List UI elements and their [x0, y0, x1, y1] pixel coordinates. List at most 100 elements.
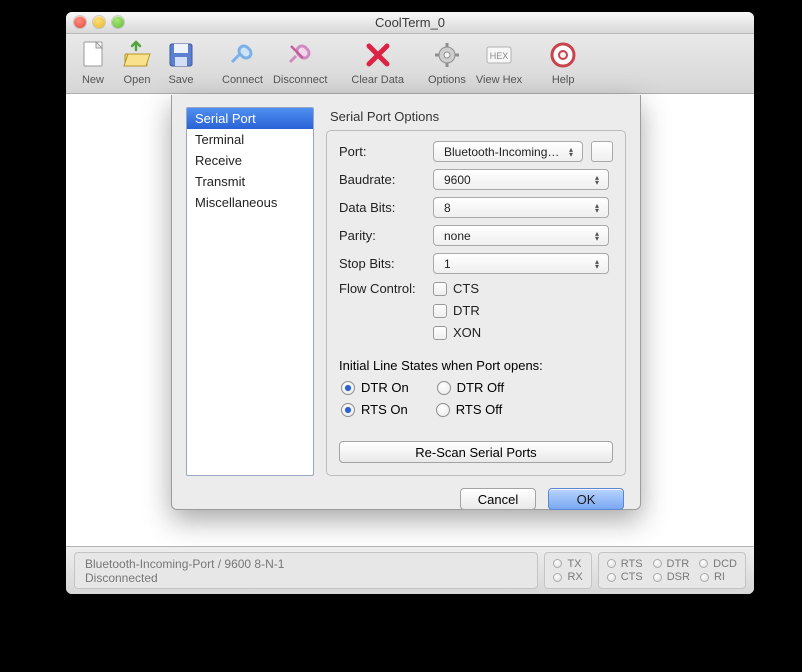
status-info: Bluetooth-Incoming-Port / 9600 8-N-1 Dis… [74, 552, 538, 589]
help-icon [546, 38, 580, 72]
led-icon [700, 573, 709, 582]
traffic-lights [74, 16, 124, 28]
checkbox-icon [433, 282, 447, 296]
port-value: Bluetooth-Incoming… [444, 145, 559, 159]
dtr-checkbox[interactable]: DTR [433, 303, 481, 318]
open-button[interactable]: Open [116, 38, 158, 86]
txrx-leds: TX RX [544, 552, 591, 589]
save-button[interactable]: Save [160, 38, 202, 86]
checkbox-icon [433, 304, 447, 318]
cancel-button[interactable]: Cancel [460, 488, 536, 510]
open-icon [120, 38, 154, 72]
zoom-icon[interactable] [112, 16, 124, 28]
baud-value: 9600 [444, 173, 471, 187]
port-info-button[interactable] [591, 141, 613, 162]
status-bar: Bluetooth-Incoming-Port / 9600 8-N-1 Dis… [66, 546, 754, 594]
chevron-updown-icon: ▴▾ [590, 259, 604, 269]
category-item-transmit[interactable]: Transmit [187, 171, 313, 192]
radio-icon [437, 381, 451, 395]
databits-select[interactable]: 8 ▴▾ [433, 197, 609, 218]
new-button[interactable]: New [72, 38, 114, 86]
dialog-actions: Cancel OK [186, 488, 626, 510]
toolbar: New Open Save Connect Disconnect [66, 34, 754, 94]
app-window: CoolTerm_0 New Open Save Connect [66, 12, 754, 594]
flow-label: Flow Control: [339, 281, 425, 296]
window-title: CoolTerm_0 [66, 15, 754, 30]
parity-select[interactable]: none ▴▾ [433, 225, 609, 246]
stopbits-select[interactable]: 1 ▴▾ [433, 253, 609, 274]
dtr-led: DTR [653, 558, 690, 570]
chevron-updown-icon: ▴▾ [590, 231, 604, 241]
stopbits-value: 1 [444, 257, 451, 271]
toolbar-label: New [82, 74, 104, 86]
toolbar-label: Help [552, 74, 575, 86]
hex-icon: HEX [482, 38, 516, 72]
initial-states-label: Initial Line States when Port opens: [339, 358, 613, 373]
help-button[interactable]: Help [542, 38, 584, 86]
options-button[interactable]: Options [424, 38, 470, 86]
disconnect-button[interactable]: Disconnect [269, 38, 331, 86]
minimize-icon[interactable] [93, 16, 105, 28]
toolbar-label: Save [168, 74, 193, 86]
options-dialog: Serial Port Terminal Receive Transmit Mi… [171, 95, 641, 510]
tx-led: TX [553, 558, 582, 570]
baud-label: Baudrate: [339, 172, 425, 187]
radio-icon [341, 403, 355, 417]
document-icon [76, 38, 110, 72]
rts-on-radio[interactable]: RTS On [341, 402, 408, 417]
rescan-button[interactable]: Re-Scan Serial Ports [339, 441, 613, 463]
led-icon [553, 559, 562, 568]
category-item-misc[interactable]: Miscellaneous [187, 192, 313, 213]
disconnect-icon [283, 38, 317, 72]
signal-leds: RTS DTR DCD CTS DSR RI [598, 552, 746, 589]
port-select[interactable]: Bluetooth-Incoming… ▴▾ [433, 141, 583, 162]
toolbar-label: Clear Data [351, 74, 404, 86]
status-state: Disconnected [85, 571, 527, 585]
serial-port-group: Port: Bluetooth-Incoming… ▴▾ Baudrate: 9… [326, 130, 626, 476]
radio-icon [341, 381, 355, 395]
databits-label: Data Bits: [339, 200, 425, 215]
options-panel: Serial Port Options Port: Bluetooth-Inco… [326, 107, 626, 476]
cts-led: CTS [607, 571, 643, 583]
category-item-receive[interactable]: Receive [187, 150, 313, 171]
checkbox-icon [433, 326, 447, 340]
category-list[interactable]: Serial Port Terminal Receive Transmit Mi… [186, 107, 314, 476]
group-title: Serial Port Options [330, 109, 626, 124]
led-icon [653, 573, 662, 582]
view-hex-button[interactable]: HEX View Hex [472, 38, 526, 86]
status-connection: Bluetooth-Incoming-Port / 9600 8-N-1 [85, 557, 527, 571]
chevron-updown-icon: ▴▾ [590, 203, 604, 213]
clear-icon [361, 38, 395, 72]
led-icon [699, 559, 708, 568]
radio-icon [436, 403, 450, 417]
chevron-updown-icon: ▴▾ [590, 175, 604, 185]
databits-value: 8 [444, 201, 451, 215]
dtr-off-radio[interactable]: DTR Off [437, 380, 504, 395]
gear-icon [430, 38, 464, 72]
stopbits-label: Stop Bits: [339, 256, 425, 271]
chevron-updown-icon: ▴▾ [564, 147, 578, 157]
dcd-led: DCD [699, 558, 737, 570]
close-icon[interactable] [74, 16, 86, 28]
connect-button[interactable]: Connect [218, 38, 267, 86]
terminal-content: Serial Port Terminal Receive Transmit Mi… [66, 94, 754, 546]
toolbar-label: Options [428, 74, 466, 86]
dsr-led: DSR [653, 571, 690, 583]
rts-off-radio[interactable]: RTS Off [436, 402, 502, 417]
toolbar-label: Disconnect [273, 74, 327, 86]
led-icon [553, 573, 562, 582]
dtr-on-radio[interactable]: DTR On [341, 380, 409, 395]
connect-icon [225, 38, 259, 72]
clear-data-button[interactable]: Clear Data [347, 38, 408, 86]
toolbar-label: Open [124, 74, 151, 86]
port-label: Port: [339, 144, 425, 159]
cts-checkbox[interactable]: CTS [433, 281, 481, 296]
category-item-terminal[interactable]: Terminal [187, 129, 313, 150]
category-item-serial-port[interactable]: Serial Port [187, 108, 313, 129]
svg-text:HEX: HEX [490, 51, 509, 61]
ok-button[interactable]: OK [548, 488, 624, 510]
led-icon [653, 559, 662, 568]
titlebar: CoolTerm_0 [66, 12, 754, 34]
baud-select[interactable]: 9600 ▴▾ [433, 169, 609, 190]
xon-checkbox[interactable]: XON [433, 325, 481, 340]
